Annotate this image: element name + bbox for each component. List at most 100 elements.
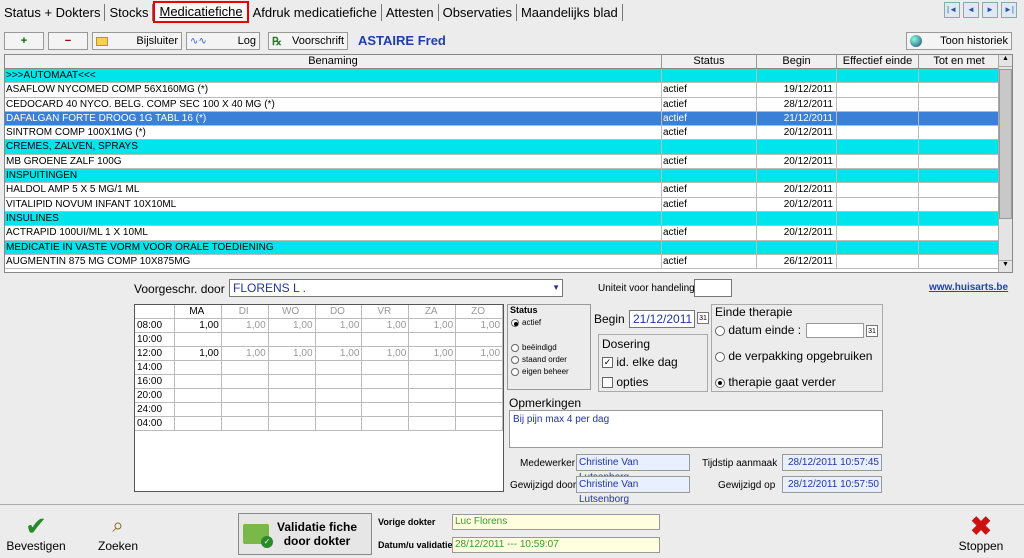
dose-cell[interactable]: [269, 361, 316, 374]
category-row[interactable]: INSULINES: [5, 211, 1012, 227]
dose-cell[interactable]: [269, 333, 316, 346]
first-record-icon[interactable]: |◄: [944, 2, 960, 18]
dose-cell[interactable]: [362, 403, 410, 416]
dose-cell[interactable]: [316, 417, 363, 430]
tab-maandelijks-blad[interactable]: Maandelijks blad: [517, 3, 623, 21]
grid-scrollbar[interactable]: ▲ ▼: [998, 55, 1012, 272]
status-radio[interactable]: [511, 355, 519, 364]
status-radio[interactable]: [511, 318, 519, 327]
dose-cell[interactable]: [175, 375, 222, 388]
medication-row[interactable]: VITALIPID NOVUM INFANT 10X10ML actief 20/1…: [5, 197, 1012, 212]
dose-cell[interactable]: 1,00: [456, 319, 504, 332]
dose-cell[interactable]: 1,00: [269, 319, 316, 332]
dose-cell[interactable]: 1,00: [456, 347, 504, 360]
dose-cell[interactable]: [175, 389, 222, 402]
tab-attesten[interactable]: Attesten: [382, 3, 439, 21]
column-tot-en-met[interactable]: Tot en met: [919, 55, 1000, 68]
dose-cell[interactable]: [456, 333, 504, 346]
medication-row[interactable]: MB GROENE ZALF 100G actief 20/12/2011: [5, 154, 1012, 170]
dose-cell[interactable]: [316, 361, 363, 374]
voorschrift-button[interactable]: ℞ Voorschrift: [268, 32, 348, 50]
calendar-icon[interactable]: 31: [697, 312, 709, 324]
medication-row[interactable]: DAFALGAN FORTE DROOG 1G TABL 16 (*) actie…: [5, 111, 1012, 127]
dose-cell[interactable]: [222, 417, 269, 430]
chevron-down-icon[interactable]: ▼: [552, 280, 560, 296]
opties-option[interactable]: opties: [599, 375, 707, 389]
category-row[interactable]: MEDICATIE IN VASTE VORM VOOR ORALE TOEDI…: [5, 240, 1012, 255]
column-effectief-einde[interactable]: Effectief einde: [837, 55, 919, 68]
validatie-button[interactable]: ✓ Validatie fiche door dokter: [238, 513, 372, 555]
opties-checkbox[interactable]: [602, 377, 613, 389]
dose-cell[interactable]: [456, 389, 504, 402]
dose-cell[interactable]: 1,00: [409, 347, 457, 360]
dose-cell[interactable]: [409, 375, 457, 388]
bijsluiter-button[interactable]: Bijsluiter: [92, 32, 182, 50]
calendar-icon[interactable]: 31: [866, 325, 878, 337]
medication-row[interactable]: SINTROM COMP 100X1MG (*) actief 20/12/2011: [5, 126, 1012, 141]
status-option[interactable]: beëindigd: [508, 343, 590, 352]
add-button[interactable]: +: [4, 32, 44, 50]
dose-cell[interactable]: [362, 389, 410, 402]
dose-cell[interactable]: [409, 417, 457, 430]
dose-cell[interactable]: [269, 403, 316, 416]
dose-cell[interactable]: [409, 389, 457, 402]
column-begin[interactable]: Begin: [757, 55, 837, 68]
dose-cell[interactable]: 1,00: [316, 347, 363, 360]
dose-cell[interactable]: [175, 417, 222, 430]
dose-cell[interactable]: [316, 333, 363, 346]
status-radio[interactable]: [511, 343, 519, 352]
status-option[interactable]: staand order: [508, 355, 590, 364]
dose-cell[interactable]: [316, 403, 363, 416]
dose-cell[interactable]: [362, 361, 410, 374]
category-row[interactable]: CREMES, ZALVEN, SPRAYS: [5, 140, 1012, 155]
huisarts-link[interactable]: www.huisarts.be: [929, 282, 1008, 293]
begin-input[interactable]: 21/12/2011: [629, 310, 695, 328]
tab-status-dokters[interactable]: Status + Dokters: [0, 3, 106, 21]
column-benaming[interactable]: Benaming: [5, 55, 662, 68]
dose-cell[interactable]: 1,00: [269, 347, 316, 360]
status-option[interactable]: actief: [508, 318, 590, 327]
toon-historiek-button[interactable]: Toon historiek: [906, 32, 1012, 50]
category-row[interactable]: >>>AUTOMAAT<<<: [5, 69, 1012, 84]
dose-cell[interactable]: [175, 361, 222, 374]
dose-cell[interactable]: [316, 389, 363, 402]
medication-row[interactable]: AUGMENTIN 875 MG COMP 10X875MG actief 26/1…: [5, 254, 1012, 270]
column-status[interactable]: Status: [662, 55, 757, 68]
verpakking-option[interactable]: de verpakking opgebruiken: [712, 349, 882, 363]
dose-cell[interactable]: 1,00: [222, 347, 269, 360]
dose-cell[interactable]: [409, 403, 457, 416]
dose-cell[interactable]: [222, 333, 269, 346]
dose-cell[interactable]: 1,00: [222, 319, 269, 332]
medication-row[interactable]: ACTRAPID 100UI/ML 1 X 10ML actief 20/12/20…: [5, 226, 1012, 241]
tab-afdruk-medicatiefiche[interactable]: Afdruk medicatiefiche: [249, 3, 382, 21]
bevestigen-button[interactable]: ✔ Bevestigen: [4, 513, 68, 553]
last-record-icon[interactable]: ►|: [1001, 2, 1017, 18]
dose-cell[interactable]: 1,00: [362, 347, 410, 360]
dose-cell[interactable]: [222, 403, 269, 416]
dose-cell[interactable]: 1,00: [316, 319, 363, 332]
verder-radio[interactable]: [715, 377, 725, 388]
dose-cell[interactable]: [175, 333, 222, 346]
dose-cell[interactable]: [362, 417, 410, 430]
tab-observaties[interactable]: Observaties: [439, 3, 517, 21]
verder-option[interactable]: therapie gaat verder: [712, 375, 882, 389]
status-radio[interactable]: [511, 367, 519, 376]
scroll-up-icon[interactable]: ▲: [999, 55, 1012, 67]
previous-record-icon[interactable]: ◄: [963, 2, 979, 18]
tab-stocks[interactable]: Stocks: [105, 3, 154, 21]
remove-button[interactable]: −: [48, 32, 88, 50]
dose-cell[interactable]: 1,00: [362, 319, 410, 332]
tab-medicatiefiche[interactable]: Medicatiefiche: [153, 1, 249, 23]
dose-cell[interactable]: [222, 389, 269, 402]
opmerkingen-textarea[interactable]: Bij pijn max 4 per dag: [509, 410, 883, 448]
scroll-down-icon[interactable]: ▼: [999, 260, 1012, 272]
zoeken-button[interactable]: ⌕ Zoeken: [92, 513, 144, 553]
status-option[interactable]: eigen beheer: [508, 367, 590, 376]
daily-checkbox[interactable]: ✓: [602, 357, 613, 369]
medication-row[interactable]: HALDOL AMP 5 X 5 MG/1 ML actief 20/12/2011: [5, 183, 1012, 198]
verpakking-radio[interactable]: [715, 351, 725, 362]
dose-cell[interactable]: [316, 375, 363, 388]
dose-cell[interactable]: [269, 417, 316, 430]
datum-einde-option[interactable]: datum einde : 31: [712, 323, 882, 338]
dose-cell[interactable]: [456, 417, 504, 430]
